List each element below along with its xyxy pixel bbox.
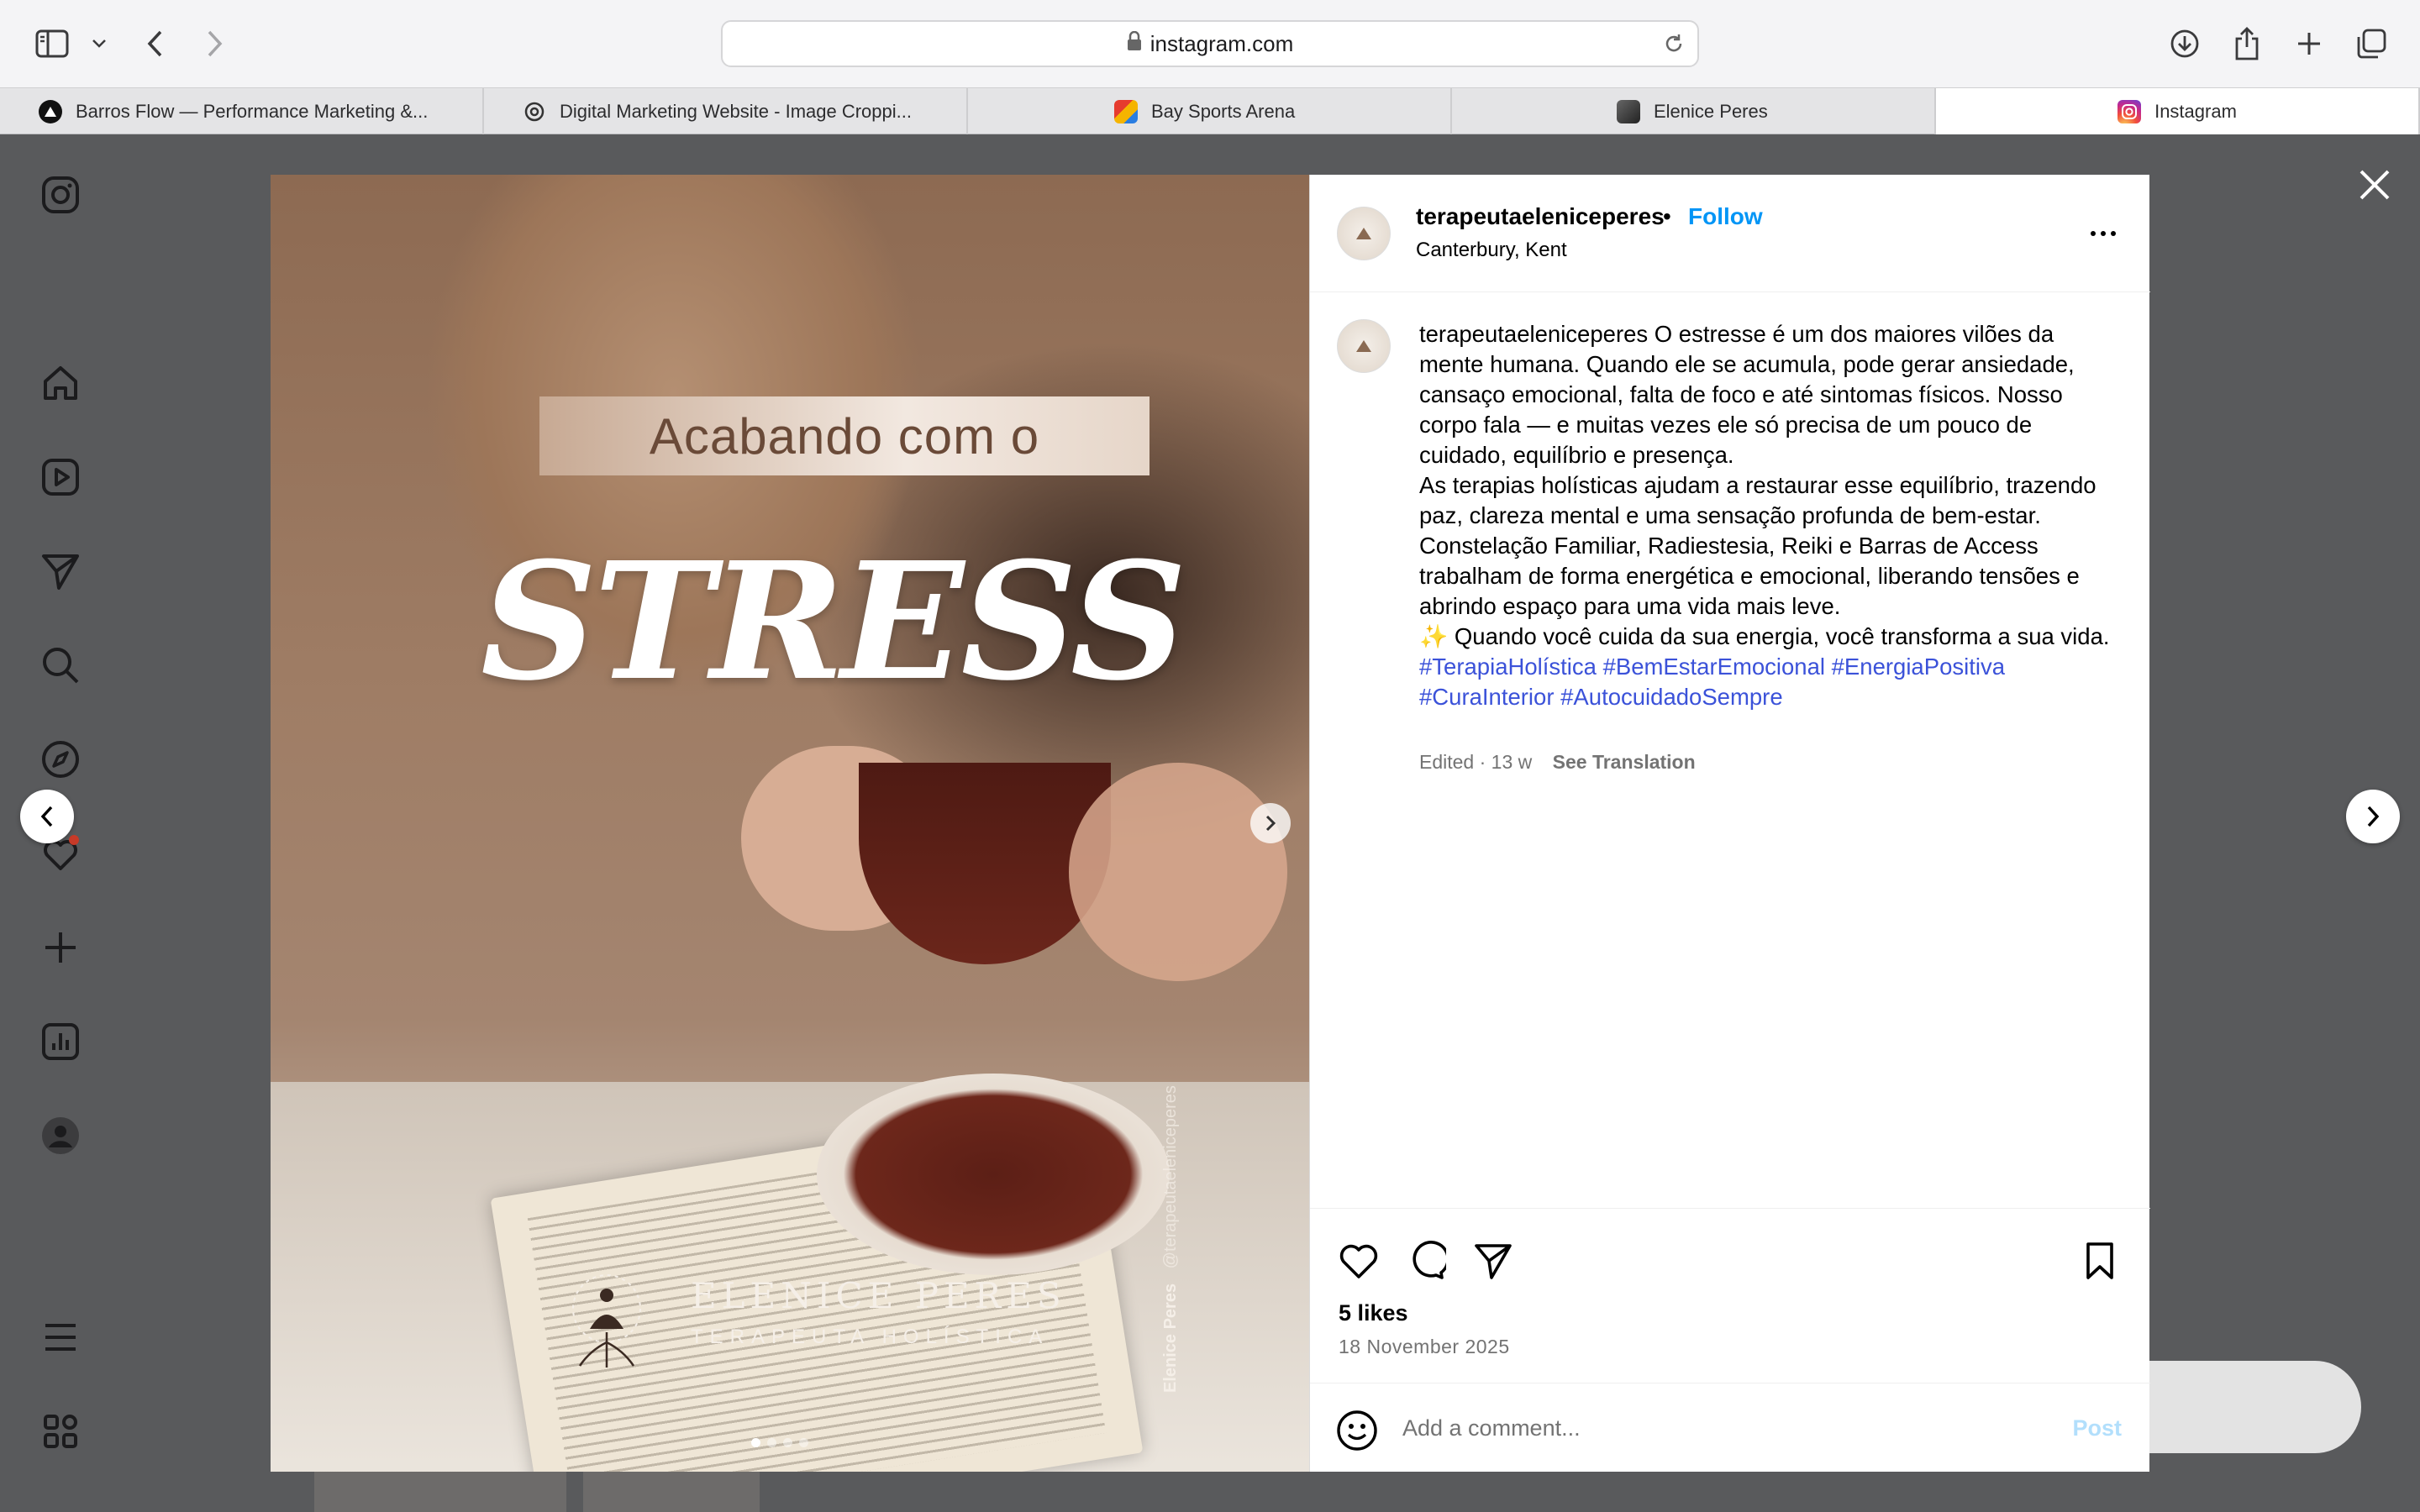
hashtag-link[interactable]: #AutocuidadoSempre — [1560, 684, 1783, 710]
triangle-logo-icon — [39, 99, 62, 123]
tab-label: Elenice Peres — [1654, 100, 1768, 122]
edited-time: Edited · 13 w — [1419, 751, 1533, 773]
openai-logo-icon — [523, 100, 546, 123]
media-headline: Acabando com o — [539, 396, 1150, 475]
slide-dot — [751, 1438, 760, 1447]
post-username[interactable]: terapeutaeleniceperes — [1416, 203, 1665, 230]
slide-indicator — [751, 1438, 808, 1447]
caption-meta: Edited · 13 w See Translation — [1419, 751, 1696, 774]
lock-icon — [1127, 30, 1142, 57]
comment-input[interactable]: Add a comment... — [1402, 1415, 1581, 1441]
grid-thumbnail[interactable] — [314, 1472, 566, 1512]
colorful-logo-icon — [1114, 99, 1138, 123]
search-icon[interactable] — [37, 642, 84, 689]
comment-bar: Add a comment... Post — [1310, 1383, 2150, 1472]
grid-thumbnail[interactable] — [583, 1472, 760, 1512]
dashboard-icon[interactable] — [37, 1018, 84, 1065]
post-info-panel: terapeutaeleniceperes • Follow Canterbur… — [1309, 175, 2150, 1472]
separator-dot: • — [1663, 203, 1671, 229]
profile-icon[interactable] — [37, 1112, 84, 1159]
instagram-logo-icon[interactable] — [37, 171, 84, 218]
hashtag-link[interactable]: #EnergiaPositiva — [1832, 654, 2005, 680]
create-icon[interactable] — [37, 924, 84, 971]
post-caption: terapeutaeleniceperes O estresse é um do… — [1419, 319, 2117, 712]
slide-dot — [783, 1438, 792, 1447]
url-text: instagram.com — [1150, 30, 1294, 56]
post-comment-button[interactable]: Post — [2072, 1415, 2122, 1441]
tab-overview-icon[interactable] — [2353, 25, 2390, 62]
caption-avatar[interactable] — [1337, 319, 1391, 373]
media-saucer — [817, 1074, 1170, 1275]
post-header: terapeutaeleniceperes • Follow Canterbur… — [1310, 175, 2150, 292]
tab-barros-flow[interactable]: Barros Flow — Performance Marketing &... — [0, 88, 484, 134]
threads-icon[interactable] — [37, 1408, 84, 1455]
post-media[interactable]: Acabando com o STRESS ELENICE PERES TERA… — [271, 175, 1309, 1472]
credit-name: Elenice Peres — [1161, 1283, 1180, 1393]
comment-icon[interactable] — [1404, 1239, 1448, 1283]
tab-label: Digital Marketing Website - Image Croppi… — [560, 100, 912, 122]
media-title: STRESS — [481, 528, 1187, 717]
tab-elenice-peres[interactable]: Elenice Peres — [1452, 88, 1936, 134]
hashtag-link[interactable]: #CuraInterior — [1419, 684, 1555, 710]
direct-icon[interactable] — [37, 548, 84, 595]
tab-instagram[interactable]: Instagram — [1936, 88, 2420, 134]
chevron-right-icon — [2367, 806, 2380, 827]
lotus-logo-icon — [572, 1274, 641, 1368]
caption-username[interactable]: terapeutaeleniceperes — [1419, 321, 1648, 347]
media-hand — [1069, 763, 1287, 981]
explore-icon[interactable] — [37, 736, 84, 783]
new-tab-icon[interactable] — [2291, 25, 2328, 62]
address-bar[interactable]: instagram.com — [721, 20, 1699, 67]
previous-post-button[interactable] — [20, 790, 74, 843]
share-icon[interactable] — [2228, 25, 2265, 62]
chevron-right-icon — [1265, 815, 1276, 832]
tab-label: Bay Sports Arena — [1151, 100, 1296, 122]
follow-button[interactable]: Follow — [1688, 203, 1763, 230]
post-date: 18 November 2025 — [1339, 1336, 1510, 1357]
more-options-icon[interactable] — [2083, 222, 2123, 245]
tab-label: Barros Flow — Performance Marketing &... — [76, 100, 429, 122]
reels-icon[interactable] — [37, 454, 84, 501]
caption-paragraph: As terapias holísticas ajudam a restaura… — [1419, 472, 2096, 528]
save-icon[interactable] — [2078, 1239, 2122, 1283]
caption-paragraph: Constelação Familiar, Radiestesia, Reiki… — [1419, 533, 2080, 619]
emoji-icon[interactable] — [1335, 1409, 1379, 1452]
instagram-logo-icon — [2118, 99, 2142, 123]
menu-icon[interactable] — [37, 1314, 84, 1361]
tab-bay-sports-arena[interactable]: Bay Sports Arena — [968, 88, 1452, 134]
share-post-icon[interactable] — [1471, 1239, 1515, 1283]
avatar[interactable] — [1337, 207, 1391, 260]
likes-count[interactable]: 5 likes — [1339, 1300, 1408, 1326]
brand-subtitle: TERAPEUTA HOLÍSTICA — [691, 1326, 1050, 1348]
close-icon[interactable] — [2349, 160, 2400, 210]
reload-icon[interactable] — [1662, 32, 1686, 61]
tab-bar: Barros Flow — Performance Marketing &...… — [0, 87, 2420, 134]
tab-digital-marketing[interactable]: Digital Marketing Website - Image Croppi… — [484, 88, 968, 134]
see-translation-link[interactable]: See Translation — [1553, 751, 1696, 773]
hashtag-link[interactable]: #BemEstarEmocional — [1603, 654, 1825, 680]
sidebar-toggle-icon[interactable] — [34, 25, 71, 62]
tab-label: Instagram — [2154, 100, 2237, 122]
next-slide-button[interactable] — [1250, 803, 1291, 843]
hashtag-link[interactable]: #TerapiaHolística — [1419, 654, 1597, 680]
chevron-down-icon[interactable] — [81, 25, 118, 62]
post-modal: Acabando com o STRESS ELENICE PERES TERA… — [271, 175, 2150, 1472]
brand-name: ELENICE PERES — [691, 1275, 1066, 1316]
next-post-button[interactable] — [2346, 790, 2400, 843]
slide-dot — [767, 1438, 776, 1447]
caption-paragraph: ✨ Quando você cuida da sua energia, você… — [1419, 623, 2110, 649]
media-credit: Elenice Peres @terapeutaeleniceperes — [1161, 1085, 1181, 1393]
credit-handle: @terapeutaeleniceperes — [1161, 1085, 1180, 1269]
downloads-icon[interactable] — [2166, 25, 2203, 62]
chevron-left-icon — [40, 806, 53, 827]
forward-icon[interactable] — [197, 25, 234, 62]
cube-logo-icon — [1617, 99, 1640, 123]
post-actions — [1310, 1208, 2150, 1284]
slide-dot — [799, 1438, 808, 1447]
browser-toolbar: instagram.com — [0, 0, 2420, 87]
back-icon[interactable] — [136, 25, 173, 62]
post-location[interactable]: Canterbury, Kent — [1416, 239, 1567, 262]
like-icon[interactable] — [1337, 1239, 1381, 1283]
home-icon[interactable] — [37, 360, 84, 407]
